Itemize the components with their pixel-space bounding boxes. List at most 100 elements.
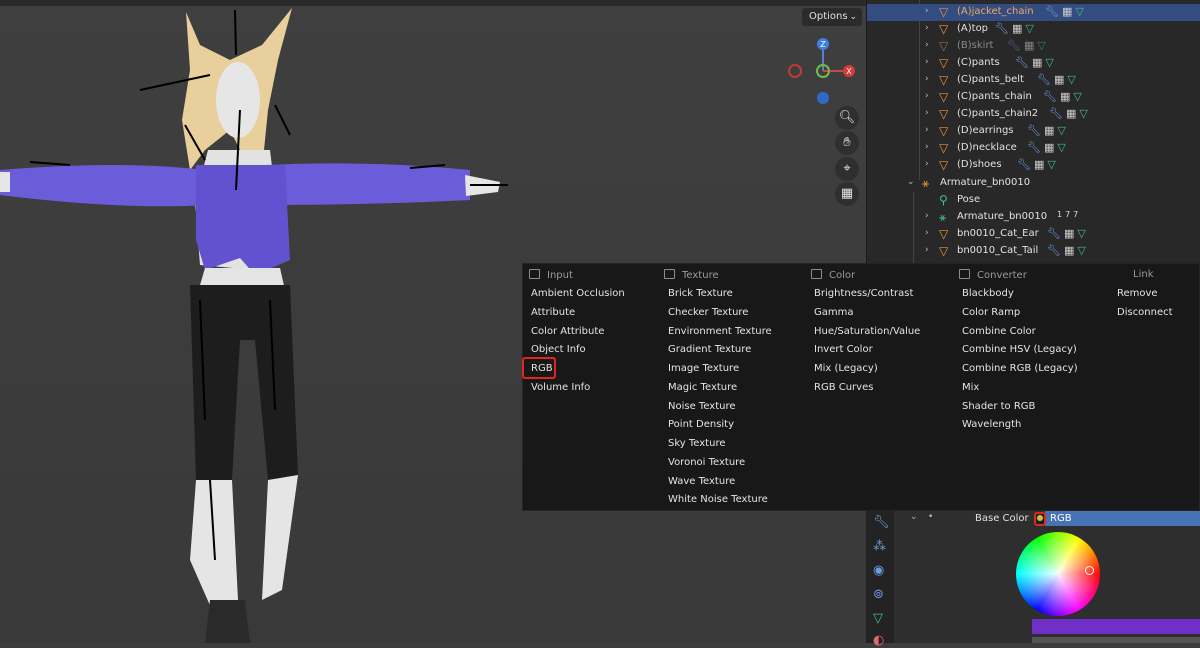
expand-arrow-icon[interactable]: › xyxy=(925,57,929,67)
outliner-row[interactable]: › ▽ (A)jacket_chain 🔧︎▦▽ xyxy=(867,4,1200,21)
menu-item-ambient-occlusion[interactable]: Ambient Occlusion xyxy=(531,287,625,301)
expand-arrow-icon[interactable]: › xyxy=(925,159,929,169)
constraints-icon[interactable]: ⊚ xyxy=(873,587,884,602)
mesh-icon: ▽ xyxy=(939,244,949,258)
base-color-row[interactable]: ⌄ • Base Color RGB xyxy=(900,511,1200,527)
outliner-row[interactable]: › ▽ (C)pants 🔧︎▦▽ xyxy=(867,55,1200,72)
menu-item-shader-to-rgb[interactable]: Shader to RGB xyxy=(962,400,1035,414)
outliner-row[interactable]: › ▽ (D)shoes 🔧︎▦▽ xyxy=(867,157,1200,174)
outliner-row[interactable]: › ▽ (B)skirt 🔧︎▦▽ xyxy=(867,38,1200,55)
menu-item-brick-texture[interactable]: Brick Texture xyxy=(668,287,733,301)
grid-icon[interactable]: ▦ xyxy=(835,182,859,206)
menu-item-sky-texture[interactable]: Sky Texture xyxy=(668,437,726,451)
modifier-icons: 🔧︎▦▽ xyxy=(1007,39,1049,52)
options-dropdown[interactable]: Options ⌄ xyxy=(802,8,862,26)
expand-arrow-icon[interactable]: › xyxy=(925,245,929,255)
mesh-icon: ▽ xyxy=(939,227,949,241)
outliner-row[interactable]: › ▽ (D)earrings 🔧︎▦▽ xyxy=(867,123,1200,140)
menu-item-remove[interactable]: Remove xyxy=(1117,287,1158,301)
menu-item-gradient-texture[interactable]: Gradient Texture xyxy=(668,343,751,357)
outliner-row[interactable]: › ▽ (C)pants_chain2 🔧︎▦▽ xyxy=(867,106,1200,123)
hand-icon[interactable]: ✋︎ xyxy=(835,131,859,155)
outliner-row[interactable]: ⌄ ⚹ Armature_bn0010 xyxy=(867,175,1200,192)
zoom-icon[interactable]: 🔍︎ xyxy=(835,106,859,130)
modifier-icons: 🔧︎▦▽ xyxy=(1047,244,1089,257)
outliner-row[interactable]: ⚲ Pose xyxy=(867,192,1200,209)
expand-arrow-icon[interactable]: › xyxy=(925,142,929,152)
physics-icon[interactable]: ◉ xyxy=(873,563,884,578)
outliner-row[interactable]: › ▽ (D)necklace 🔧︎▦▽ xyxy=(867,140,1200,157)
menu-item-blackbody[interactable]: Blackbody xyxy=(962,287,1014,301)
menu-item-attribute[interactable]: Attribute xyxy=(531,306,575,320)
menu-item-invert-color[interactable]: Invert Color xyxy=(814,343,873,357)
color-value-slider[interactable] xyxy=(1032,619,1200,634)
menu-item-combine-hsv-legacy[interactable]: Combine HSV (Legacy) xyxy=(962,343,1077,357)
menu-item-combine-color[interactable]: Combine Color xyxy=(962,325,1036,339)
particles-icon[interactable]: ⁂ xyxy=(873,539,886,554)
mesh-icon: ▽ xyxy=(939,73,949,87)
menu-item-object-info[interactable]: Object Info xyxy=(531,343,586,357)
outliner-row-label: (C)pants_belt xyxy=(957,74,1024,85)
menu-item-brightness-contrast[interactable]: Brightness/Contrast xyxy=(814,287,913,301)
menu-item-rgb-curves[interactable]: RGB Curves xyxy=(814,381,873,395)
collapse-arrow-icon[interactable]: ⌄ xyxy=(910,512,918,522)
menu-item-environment-texture[interactable]: Environment Texture xyxy=(668,325,772,339)
menu-item-image-texture[interactable]: Image Texture xyxy=(668,362,739,376)
menu-item-color-ramp[interactable]: Color Ramp xyxy=(962,306,1020,320)
expand-arrow-icon[interactable]: › xyxy=(925,74,929,84)
add-node-menu[interactable]: Input Ambient Occlusion Attribute Color … xyxy=(522,263,1200,511)
expand-arrow-icon[interactable]: › xyxy=(925,23,929,33)
menu-item-point-density[interactable]: Point Density xyxy=(668,418,734,432)
outliner-row[interactable]: › ▽ (A)top 🔧︎▦▽ xyxy=(867,21,1200,38)
outliner-row-label: bn0010_Cat_Ear xyxy=(957,228,1039,239)
outliner-row[interactable]: › ▽ bn0010_Cat_Tail 🔧︎▦▽ xyxy=(867,243,1200,260)
expand-arrow-icon[interactable]: › xyxy=(925,211,929,221)
data-icon[interactable]: ▽ xyxy=(873,611,883,626)
texture-category-icon xyxy=(664,269,675,279)
color-picker-handle[interactable] xyxy=(1085,566,1094,575)
wrench-icon[interactable]: 🔧︎ xyxy=(873,515,890,530)
material-icon[interactable]: ◐ xyxy=(873,633,884,648)
expand-arrow-icon[interactable]: › xyxy=(925,125,929,135)
rgb-highlight-box xyxy=(522,357,556,379)
menu-item-voronoi-texture[interactable]: Voronoi Texture xyxy=(668,456,745,470)
outliner-row[interactable]: › ▽ (C)pants_chain 🔧︎▦▽ xyxy=(867,89,1200,106)
outliner-row-label: Armature_bn0010 xyxy=(940,177,1031,188)
menu-item-wavelength[interactable]: Wavelength xyxy=(962,418,1021,432)
expand-arrow-icon[interactable]: › xyxy=(925,228,929,238)
menu-item-white-noise-texture[interactable]: White Noise Texture xyxy=(668,493,768,507)
mesh-icon: ▽ xyxy=(939,90,949,104)
menu-item-gamma[interactable]: Gamma xyxy=(814,306,854,320)
properties-tabs[interactable]: 🔧︎ ⁂ ◉ ⊚ ▽ ◐ xyxy=(866,511,894,648)
modifier-icons: 🔧︎▦▽ xyxy=(1047,227,1089,240)
armature-data-icon: ⚹ xyxy=(939,210,947,224)
outliner-row-label: (D)shoes xyxy=(957,159,1002,170)
menu-item-volume-info[interactable]: Volume Info xyxy=(531,381,590,395)
menu-item-wave-texture[interactable]: Wave Texture xyxy=(668,475,735,489)
menu-item-combine-rgb-legacy[interactable]: Combine RGB (Legacy) xyxy=(962,362,1078,376)
menu-item-disconnect[interactable]: Disconnect xyxy=(1117,306,1173,320)
outliner-panel[interactable]: › ▽ (A)jacket_chain 🔧︎▦▽ › ▽ (A)top 🔧︎▦▽… xyxy=(866,0,1200,263)
navigation-gizmo[interactable]: Z X xyxy=(780,34,860,114)
bullet-icon: • xyxy=(928,512,934,522)
menu-item-noise-texture[interactable]: Noise Texture xyxy=(668,400,736,414)
menu-header-input: Input xyxy=(529,269,573,281)
menu-item-magic-texture[interactable]: Magic Texture xyxy=(668,381,737,395)
options-label: Options xyxy=(809,11,848,22)
menu-item-color-attribute[interactable]: Color Attribute xyxy=(531,325,604,339)
collapse-arrow-icon[interactable]: ⌄ xyxy=(907,177,915,187)
menu-item-mix-legacy[interactable]: Mix (Legacy) xyxy=(814,362,878,376)
base-color-link-field[interactable]: RGB xyxy=(1045,511,1200,526)
menu-item-hue-saturation-value[interactable]: Hue/Saturation/Value xyxy=(814,325,920,339)
expand-arrow-icon[interactable]: › xyxy=(925,91,929,101)
outliner-row[interactable]: › ⚹ Armature_bn0010 177 xyxy=(867,209,1200,226)
menu-item-mix[interactable]: Mix xyxy=(962,381,979,395)
expand-arrow-icon[interactable]: › xyxy=(925,108,929,118)
expand-arrow-icon[interactable]: › xyxy=(925,6,929,16)
menu-item-checker-texture[interactable]: Checker Texture xyxy=(668,306,748,320)
outliner-row-label: (D)necklace xyxy=(957,142,1017,153)
expand-arrow-icon[interactable]: › xyxy=(925,40,929,50)
camera-icon[interactable]: ⌖ xyxy=(835,157,859,181)
outliner-row[interactable]: › ▽ bn0010_Cat_Ear 🔧︎▦▽ xyxy=(867,226,1200,243)
outliner-row[interactable]: › ▽ (C)pants_belt 🔧︎▦▽ xyxy=(867,72,1200,89)
